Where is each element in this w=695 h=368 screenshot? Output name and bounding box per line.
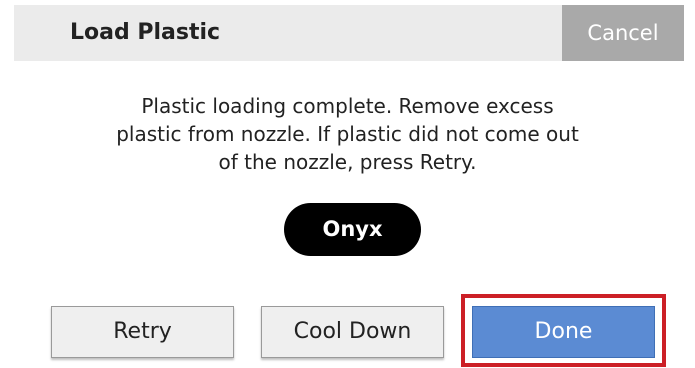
- cool-down-button[interactable]: Cool Down: [261, 306, 444, 358]
- material-badge: Onyx: [284, 203, 421, 256]
- message-line: of the nozzle, press Retry.: [218, 150, 477, 174]
- instruction-message: Plastic loading complete. Remove excess …: [60, 92, 635, 176]
- header-bar: Load Plastic Cancel: [14, 5, 684, 61]
- cancel-button[interactable]: Cancel: [562, 5, 684, 61]
- done-button[interactable]: Done: [472, 306, 655, 358]
- message-line: plastic from nozzle. If plastic did not …: [116, 122, 579, 146]
- message-line: Plastic loading complete. Remove excess: [141, 94, 554, 118]
- page-title: Load Plastic: [70, 20, 221, 45]
- retry-button[interactable]: Retry: [51, 306, 234, 358]
